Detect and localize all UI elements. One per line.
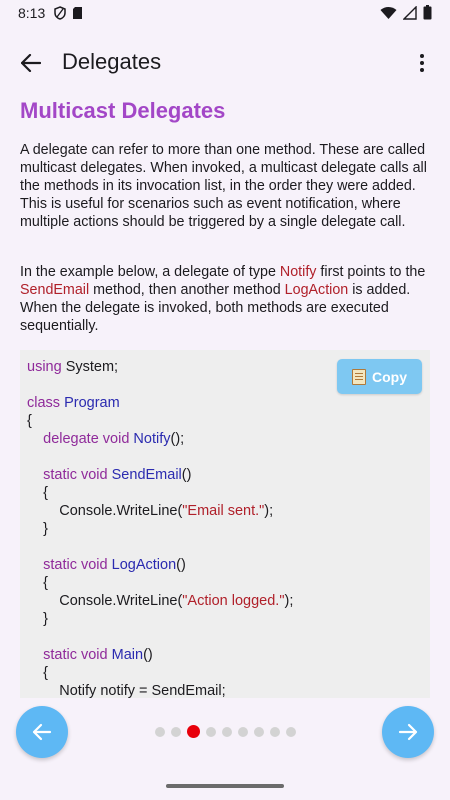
inline-code-sendemail: SendEmail	[20, 282, 90, 298]
page-dot-active[interactable]	[187, 725, 200, 738]
page-dot[interactable]	[222, 726, 232, 737]
arrow-left-icon	[32, 723, 52, 741]
page-dot[interactable]	[238, 726, 248, 737]
clipboard-icon	[352, 368, 366, 385]
inline-code-notify: Notify	[279, 264, 317, 280]
more-vert-icon	[420, 54, 424, 72]
code-text: using System; class Program { delegate v…	[27, 359, 294, 698]
gesture-home-bar[interactable]	[166, 784, 284, 788]
page-dot[interactable]	[254, 726, 264, 737]
status-time: 8:13	[18, 5, 46, 21]
wifi-icon	[380, 6, 397, 19]
app-bar-title: Delegates	[62, 49, 162, 74]
status-bar: 8:13	[0, 0, 450, 28]
page-indicator	[155, 725, 296, 738]
sd-card-icon	[73, 7, 82, 19]
page-dot[interactable]	[155, 726, 165, 737]
page-dot[interactable]	[270, 726, 280, 737]
copy-button-label: Copy	[372, 368, 407, 385]
previous-page-button[interactable]	[16, 706, 68, 758]
next-page-button[interactable]	[382, 706, 434, 758]
shield-icon	[54, 6, 66, 20]
battery-icon	[423, 5, 432, 20]
app-bar: Delegates	[0, 36, 450, 88]
copy-button[interactable]: Copy	[337, 359, 422, 394]
page-dot[interactable]	[286, 726, 296, 737]
arrow-right-icon	[398, 723, 418, 741]
page-dot[interactable]	[206, 726, 216, 737]
paragraph-example: In the example below, a delegate of type…	[20, 264, 426, 334]
signal-icon	[403, 5, 417, 20]
section-heading: Multicast Delegates	[20, 98, 226, 123]
arrow-back-icon	[21, 54, 41, 72]
paragraph-intro: A delegate can refer to more than one me…	[20, 142, 427, 230]
code-block[interactable]: using System; class Program { delegate v…	[20, 350, 430, 698]
inline-code-logaction: LogAction	[284, 282, 349, 298]
more-options-button[interactable]	[412, 48, 432, 78]
back-button[interactable]	[14, 46, 48, 80]
page-dot[interactable]	[171, 726, 181, 737]
